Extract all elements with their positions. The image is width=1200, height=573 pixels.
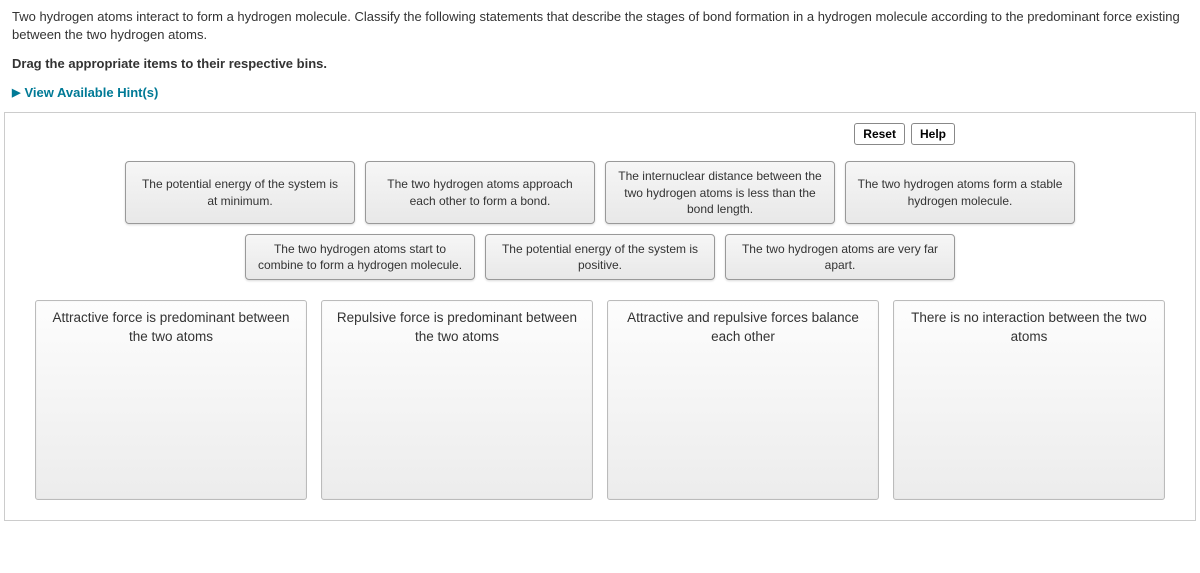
interaction-panel: Reset Help The potential energy of the s… (4, 112, 1196, 521)
draggable-item[interactable]: The potential energy of the system is at… (125, 161, 355, 224)
bin-title: There is no interaction between the two … (904, 309, 1154, 345)
bin-balanced[interactable]: Attractive and repulsive forces balance … (607, 300, 879, 500)
bin-title: Attractive and repulsive forces balance … (618, 309, 868, 345)
help-button[interactable]: Help (911, 123, 955, 145)
draggable-item[interactable]: The two hydrogen atoms approach each oth… (365, 161, 595, 224)
draggable-source-area: The potential energy of the system is at… (5, 151, 1195, 300)
source-row: The two hydrogen atoms start to combine … (245, 234, 955, 280)
question-prompt: Two hydrogen atoms interact to form a hy… (0, 0, 1200, 52)
toolbar: Reset Help (5, 113, 1195, 151)
draggable-item[interactable]: The potential energy of the system is po… (485, 234, 715, 280)
bin-title: Attractive force is predominant between … (46, 309, 296, 345)
question-instruction: Drag the appropriate items to their resp… (0, 52, 1200, 79)
view-hints-toggle[interactable]: ▶ View Available Hint(s) (0, 79, 1200, 112)
bin-repulsive[interactable]: Repulsive force is predominant between t… (321, 300, 593, 500)
chevron-right-icon: ▶ (12, 86, 20, 99)
bins-area: Attractive force is predominant between … (5, 300, 1195, 520)
draggable-item[interactable]: The two hydrogen atoms start to combine … (245, 234, 475, 280)
draggable-item[interactable]: The two hydrogen atoms form a stable hyd… (845, 161, 1075, 224)
bin-no-interaction[interactable]: There is no interaction between the two … (893, 300, 1165, 500)
hint-toggle-label: View Available Hint(s) (24, 85, 158, 100)
bin-attractive[interactable]: Attractive force is predominant between … (35, 300, 307, 500)
reset-button[interactable]: Reset (854, 123, 905, 145)
draggable-item[interactable]: The two hydrogen atoms are very far apar… (725, 234, 955, 280)
source-row: The potential energy of the system is at… (125, 161, 1075, 224)
draggable-item[interactable]: The internuclear distance between the tw… (605, 161, 835, 224)
bin-title: Repulsive force is predominant between t… (332, 309, 582, 345)
